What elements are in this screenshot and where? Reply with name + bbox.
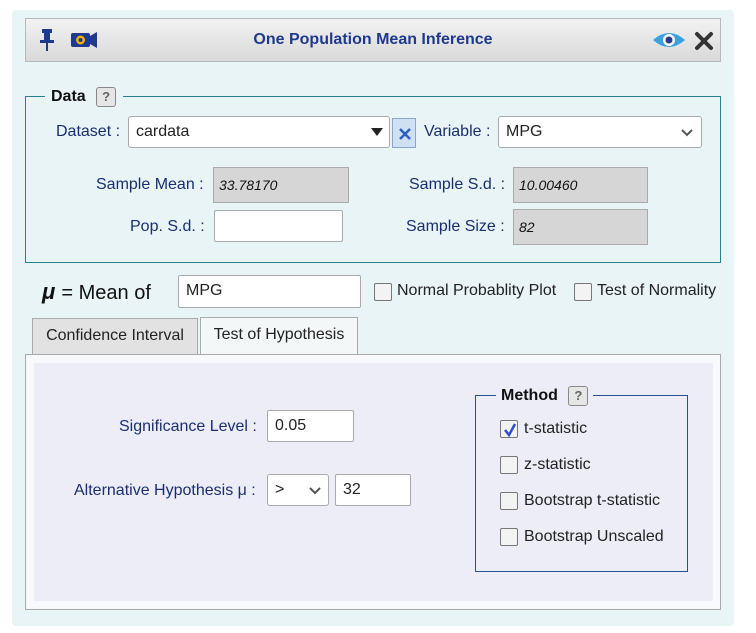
variable-value: MPG — [506, 123, 543, 140]
tab-test-of-hypothesis[interactable]: Test of Hypothesis — [200, 317, 358, 355]
mu-symbol: μ — [42, 279, 56, 304]
mean-of-input[interactable]: MPG — [178, 275, 361, 308]
data-help-icon[interactable]: ? — [96, 87, 117, 107]
z-statistic-label: z-statistic — [524, 456, 591, 473]
bootstrap-unscaled-checkbox[interactable] — [500, 528, 518, 546]
pop-sd-label: Pop. S.d. : — [130, 218, 205, 235]
z-statistic-checkbox[interactable] — [500, 456, 518, 474]
significance-input[interactable]: 0.05 — [267, 410, 354, 442]
bootstrap-unscaled-label: Bootstrap Unscaled — [524, 528, 664, 545]
dataset-select[interactable]: cardata — [128, 116, 390, 148]
chevron-down-icon — [681, 129, 693, 137]
t-statistic-label: t-statistic — [524, 420, 588, 437]
normality-test-checkbox[interactable] — [574, 283, 592, 301]
sample-mean-field: 33.78170 — [213, 167, 349, 203]
mean-of-label: = Mean of — [61, 282, 151, 304]
dataset-label: Dataset : — [56, 123, 121, 140]
method-legend: Method ? — [496, 386, 594, 408]
normal-plot-label: Normal Probablity Plot — [397, 282, 557, 299]
pin-icon[interactable] — [38, 28, 56, 52]
dropdown-arrow-icon — [371, 128, 383, 136]
normality-test-label: Test of Normality — [597, 282, 717, 299]
alternative-operator-value: > — [275, 481, 285, 498]
alternative-operator-select[interactable]: > — [267, 474, 329, 506]
close-icon[interactable] — [694, 31, 714, 51]
method-legend-label: Method — [501, 387, 558, 404]
clear-icon — [399, 128, 411, 140]
bootstrap-t-checkbox[interactable] — [500, 492, 518, 510]
chevron-down-icon — [309, 487, 321, 495]
bootstrap-t-label: Bootstrap t-statistic — [524, 492, 661, 509]
sample-sd-field: 10.00460 — [513, 167, 648, 203]
sample-size-field: 82 — [513, 209, 648, 245]
variable-label: Variable : — [424, 123, 491, 140]
pop-sd-input[interactable] — [214, 210, 343, 242]
eye-icon[interactable] — [651, 29, 687, 51]
data-legend-label: Data — [51, 88, 86, 105]
sample-mean-label: Sample Mean : — [96, 176, 204, 193]
checkmark-icon — [504, 423, 517, 438]
data-legend: Data ? — [45, 87, 123, 109]
variable-select[interactable]: MPG — [498, 116, 702, 148]
clear-dataset-button[interactable] — [392, 118, 416, 148]
tab-confidence-interval[interactable]: Confidence Interval — [32, 318, 198, 354]
dataset-value: cardata — [136, 123, 190, 140]
mean-of-heading: μ = Mean of — [42, 279, 151, 305]
dialog-title: One Population Mean Inference — [253, 31, 493, 48]
sample-sd-label: Sample S.d. : — [409, 176, 506, 193]
alternative-label: Alternative Hypothesis μ : — [74, 482, 256, 499]
camera-icon[interactable] — [70, 31, 98, 49]
significance-label: Significance Level : — [119, 418, 257, 435]
alternative-value-input[interactable]: 32 — [335, 474, 411, 506]
normal-plot-checkbox[interactable] — [374, 283, 392, 301]
method-help-icon[interactable]: ? — [568, 386, 589, 406]
sample-size-label: Sample Size : — [406, 218, 505, 235]
t-statistic-checkbox[interactable] — [500, 420, 518, 438]
